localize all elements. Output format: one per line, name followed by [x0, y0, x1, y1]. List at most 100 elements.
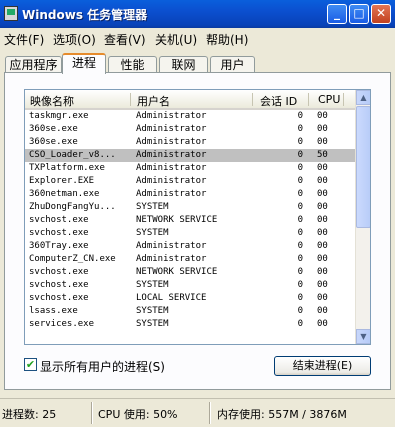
- process-session-id: 0: [297, 228, 303, 238]
- process-user: Administrator: [136, 189, 207, 199]
- end-process-button[interactable]: 结束进程(E): [274, 356, 371, 376]
- process-name: 360se.exe: [29, 124, 78, 134]
- table-row[interactable]: TXPlatform.exe Administrator 0 00: [25, 162, 356, 175]
- table-row[interactable]: ZhuDongFangYu... SYSTEM 0 00: [25, 201, 356, 214]
- column-user-name[interactable]: 用户名: [137, 93, 170, 109]
- process-cpu: 00: [317, 137, 328, 147]
- process-session-id: 0: [297, 176, 303, 186]
- scroll-up-arrow-icon[interactable]: ▲: [356, 90, 370, 105]
- status-memory-usage: 内存使用: 557M / 3876M: [217, 408, 347, 421]
- column-divider[interactable]: [343, 93, 344, 106]
- task-manager-icon: [4, 6, 18, 21]
- table-row[interactable]: taskmgr.exe Administrator 0 00: [25, 110, 356, 123]
- column-image-name[interactable]: 映像名称: [30, 93, 74, 109]
- process-session-id: 0: [297, 306, 303, 316]
- process-cpu: 00: [317, 111, 328, 121]
- process-user: Administrator: [136, 163, 207, 173]
- status-divider: [209, 402, 211, 424]
- process-session-id: 0: [297, 215, 303, 225]
- list-header: 映像名称 用户名 会话 ID CPU: [25, 90, 356, 110]
- process-cpu: 00: [317, 189, 328, 199]
- maximize-button[interactable]: □: [349, 4, 369, 24]
- table-row[interactable]: svchost.exe LOCAL SERVICE 0 00: [25, 292, 356, 305]
- tab-applications[interactable]: 应用程序: [5, 56, 62, 73]
- table-row[interactable]: 360Tray.exe Administrator 0 00: [25, 240, 356, 253]
- table-row[interactable]: svchost.exe SYSTEM 0 00: [25, 227, 356, 240]
- process-name: svchost.exe: [29, 215, 89, 225]
- column-divider[interactable]: [252, 93, 253, 106]
- table-row[interactable]: CSO_Loader_v8... Administrator 0 50: [25, 149, 356, 162]
- process-name: 360Tray.exe: [29, 241, 89, 251]
- process-cpu: 00: [317, 319, 328, 329]
- minimize-button[interactable]: _: [327, 4, 347, 24]
- process-cpu: 00: [317, 215, 328, 225]
- process-name: ComputerZ_CN.exe: [29, 254, 116, 264]
- process-list[interactable]: 映像名称 用户名 会话 ID CPU taskmgr.exe Administra…: [24, 89, 371, 345]
- checkmark-icon: ✔: [25, 358, 36, 371]
- process-cpu: 50: [317, 150, 328, 160]
- tab-networking[interactable]: 联网: [159, 56, 208, 73]
- tab-users[interactable]: 用户: [210, 56, 255, 73]
- process-cpu: 00: [317, 202, 328, 212]
- menu-help[interactable]: 帮助(H): [206, 31, 248, 48]
- process-user: SYSTEM: [136, 319, 169, 329]
- process-user: LOCAL SERVICE: [136, 293, 207, 303]
- process-session-id: 0: [297, 280, 303, 290]
- scroll-thumb[interactable]: [356, 106, 370, 228]
- show-all-users-label[interactable]: 显示所有用户的进程(S): [40, 358, 165, 375]
- table-row[interactable]: services.exe SYSTEM 0 00: [25, 318, 356, 331]
- tab-performance[interactable]: 性能: [108, 56, 157, 73]
- process-session-id: 0: [297, 111, 303, 121]
- column-session-id[interactable]: 会话 ID: [260, 93, 297, 109]
- process-name: 360se.exe: [29, 137, 78, 147]
- table-row[interactable]: 360se.exe Administrator 0 00: [25, 123, 356, 136]
- process-cpu: 00: [317, 293, 328, 303]
- table-row[interactable]: ComputerZ_CN.exe Administrator 0 00: [25, 253, 356, 266]
- process-name: svchost.exe: [29, 228, 89, 238]
- process-cpu: 00: [317, 280, 328, 290]
- table-row[interactable]: Explorer.EXE Administrator 0 00: [25, 175, 356, 188]
- table-row[interactable]: lsass.exe SYSTEM 0 00: [25, 305, 356, 318]
- status-divider: [91, 402, 93, 424]
- show-all-users-checkbox[interactable]: ✔: [24, 358, 37, 371]
- process-cpu: 00: [317, 306, 328, 316]
- table-row[interactable]: 360se.exe Administrator 0 00: [25, 136, 356, 149]
- process-name: services.exe: [29, 319, 95, 329]
- process-user: NETWORK SERVICE: [136, 267, 218, 277]
- close-button[interactable]: ✕: [371, 4, 391, 24]
- process-session-id: 0: [297, 137, 303, 147]
- process-user: SYSTEM: [136, 280, 169, 290]
- process-rows: taskmgr.exe Administrator 0 00 360se.exe Admi…: [25, 110, 356, 331]
- menu-file[interactable]: 文件(F): [4, 31, 44, 48]
- process-session-id: 0: [297, 293, 303, 303]
- process-user: SYSTEM: [136, 202, 169, 212]
- menu-bar: 文件(F) 选项(O) 查看(V) 关机(U) 帮助(H): [0, 28, 395, 48]
- process-name: 360netman.exe: [29, 189, 100, 199]
- menu-options[interactable]: 选项(O): [53, 31, 96, 48]
- table-row[interactable]: svchost.exe SYSTEM 0 00: [25, 279, 356, 292]
- column-cpu[interactable]: CPU: [318, 93, 340, 106]
- status-cpu-usage: CPU 使用: 50%: [98, 408, 178, 421]
- status-process-count: 进程数: 25: [2, 408, 57, 421]
- process-user: SYSTEM: [136, 228, 169, 238]
- tab-processes[interactable]: 进程: [62, 53, 106, 74]
- table-row[interactable]: svchost.exe NETWORK SERVICE 0 00: [25, 266, 356, 279]
- table-row[interactable]: 360netman.exe Administrator 0 00: [25, 188, 356, 201]
- process-name: ZhuDongFangYu...: [29, 202, 116, 212]
- table-row[interactable]: svchost.exe NETWORK SERVICE 0 00: [25, 214, 356, 227]
- process-name: taskmgr.exe: [29, 111, 89, 121]
- process-name: TXPlatform.exe: [29, 163, 105, 173]
- process-user: Administrator: [136, 176, 207, 186]
- window-title: Windows 任务管理器: [22, 8, 148, 22]
- menu-shutdown[interactable]: 关机(U): [155, 31, 197, 48]
- process-user: SYSTEM: [136, 306, 169, 316]
- menu-view[interactable]: 查看(V): [104, 31, 146, 48]
- process-session-id: 0: [297, 319, 303, 329]
- process-name: CSO_Loader_v8...: [29, 150, 116, 160]
- vertical-scrollbar[interactable]: ▲ ▼: [355, 90, 370, 344]
- column-divider[interactable]: [130, 93, 131, 106]
- status-bar: 进程数: 25 CPU 使用: 50% 内存使用: 557M / 3876M: [0, 398, 395, 427]
- column-divider[interactable]: [308, 93, 309, 106]
- title-bar[interactable]: Windows 任务管理器 _ □ ✕: [0, 0, 395, 28]
- scroll-down-arrow-icon[interactable]: ▼: [356, 329, 370, 344]
